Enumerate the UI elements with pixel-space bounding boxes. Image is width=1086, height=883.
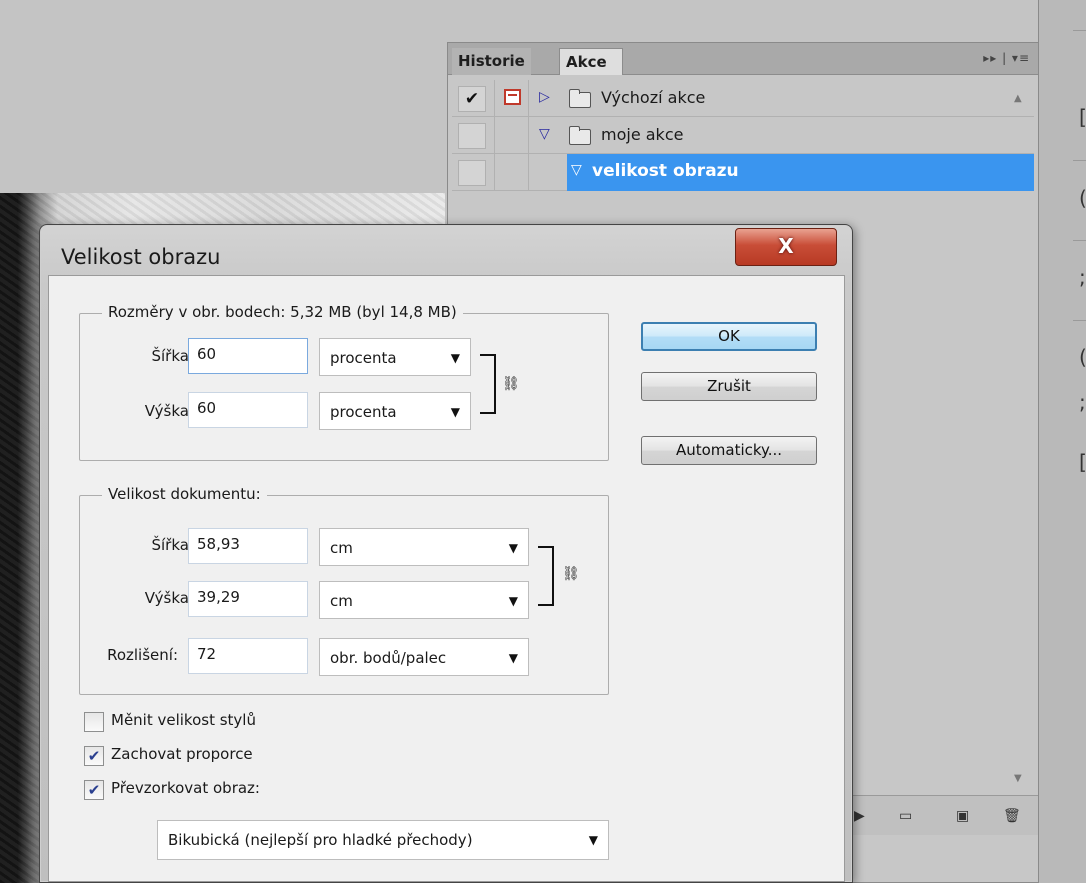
chevron-down-icon: ▼ [508,541,518,555]
resample-method: Bikubická (nejlepší pro hladké přechody) [168,831,473,849]
action-row[interactable]: ▽ moje akce [452,117,1034,154]
doc-height-input[interactable]: 39,29 [188,581,308,617]
strip-divider [1073,240,1086,241]
width-label: Šířka: [151,347,194,365]
ok-button[interactable]: OK [641,322,817,351]
auto-button[interactable]: Automaticky... [641,436,817,465]
tool-icon[interactable]: ( [1079,186,1086,210]
doc-width-unit-dropdown[interactable]: cm ▼ [319,528,529,566]
dialog-toggle-cell[interactable] [494,80,529,117]
strip-divider [1073,160,1086,161]
resample-label: Převzorkovat obraz: [111,779,260,797]
doc-height-unit: cm [330,592,353,610]
resolution-label: Rozlišení: [107,646,178,664]
chain-link-icon: ⛓ [502,376,520,392]
panel-menu-icon[interactable]: ▸▸ | ▾≡ [983,51,1030,65]
doc-width-unit: cm [330,539,353,557]
width-label: Šířka: [151,536,194,554]
constrain-proportions-checkbox[interactable]: ✔ [84,746,104,766]
pixel-width-unit: procenta [330,349,397,367]
chevron-down-icon: ▼ [450,405,460,419]
dialog-toggle-icon [504,89,521,105]
tool-icon[interactable]: [ [1079,450,1086,474]
resample-method-dropdown[interactable]: Bikubická (nejlepší pro hladké přechody)… [157,820,609,860]
resolution-input[interactable]: 72 [188,638,308,674]
chevron-down-icon: ▼ [508,594,518,608]
height-label: Výška: [144,589,194,607]
strip-divider [1073,30,1086,31]
pixel-dimensions-group: Rozměry v obr. bodech: 5,32 MB (byl 14,8… [79,303,609,461]
chevron-down-icon: ▼ [450,351,460,365]
collapse-triangle-icon[interactable]: ▽ [539,126,550,142]
tool-icon[interactable]: ; [1079,265,1086,289]
action-name: velikost obrazu [592,161,739,181]
cancel-button[interactable]: Zrušit [641,372,817,401]
panel-tabbar: Historie Akce ▸▸ | ▾≡ [448,43,1038,75]
toggle-checkbox[interactable] [458,123,486,149]
scroll-up-icon[interactable]: ▲ [1014,93,1022,104]
pixel-height-input[interactable]: 60 [188,392,308,428]
resolution-unit-dropdown[interactable]: obr. bodů/palec ▼ [319,638,529,676]
folder-icon [569,89,591,108]
action-set-name: moje akce [601,125,684,144]
doc-width-input[interactable]: 58,93 [188,528,308,564]
pixel-height-unit: procenta [330,403,397,421]
chain-link-icon: ⛓ [562,566,580,582]
trash-icon[interactable]: 🗑 [1003,808,1021,824]
action-set-name: Výchozí akce [601,88,706,107]
strip-divider [1073,320,1086,321]
new-set-icon[interactable]: ▭ [899,808,912,824]
pixel-width-unit-dropdown[interactable]: procenta ▼ [319,338,471,376]
tool-strip: [ ( ; ( ; [ [1038,0,1086,883]
dialog-body: Rozměry v obr. bodech: 5,32 MB (byl 14,8… [48,275,845,882]
pixel-height-unit-dropdown[interactable]: procenta ▼ [319,392,471,430]
tool-icon[interactable]: ( [1079,345,1086,369]
scale-styles-checkbox[interactable] [84,712,104,732]
chevron-down-icon: ▼ [588,833,598,847]
close-button[interactable]: X [735,228,837,266]
tab-akce[interactable]: Akce [559,48,623,75]
chevron-down-icon: ▼ [508,651,518,665]
document-size-legend: Velikost dokumentu: [102,485,267,503]
scroll-down-icon[interactable]: ▼ [1014,773,1022,784]
folder-icon [569,126,591,145]
dialog-toggle-cell[interactable] [494,154,529,191]
tab-historie[interactable]: Historie [452,48,531,75]
constrain-proportions-label: Zachovat proporce [111,745,253,763]
constrain-bracket [538,546,554,606]
image-size-dialog: Velikost obrazu X Rozměry v obr. bodech:… [39,224,853,883]
collapse-triangle-icon[interactable]: ▽ [571,162,582,178]
toggle-checkbox[interactable]: ✔ [458,86,486,112]
document-size-group: Velikost dokumentu: Šířka: 58,93 cm ▼ Vý… [79,485,609,695]
pixel-dimensions-legend: Rozměry v obr. bodech: 5,32 MB (byl 14,8… [102,303,463,321]
new-action-icon[interactable]: ▣ [956,808,969,824]
resample-checkbox[interactable]: ✔ [84,780,104,800]
dialog-title: Velikost obrazu [61,245,221,269]
tool-icon[interactable]: ; [1079,390,1086,414]
constrain-bracket [480,354,496,414]
dialog-toggle-cell[interactable] [494,117,529,154]
expand-triangle-icon[interactable]: ▷ [539,89,550,105]
tool-icon[interactable]: [ [1079,105,1086,129]
action-row[interactable]: ✔ ▷ Výchozí akce [452,80,1034,117]
action-row-selected[interactable]: ▽ velikost obrazu [452,154,1034,191]
toggle-checkbox[interactable] [458,160,486,186]
resolution-unit: obr. bodů/palec [330,649,447,667]
height-label: Výška: [144,402,194,420]
doc-height-unit-dropdown[interactable]: cm ▼ [319,581,529,619]
scale-styles-label: Měnit velikost stylů [111,711,256,729]
pixel-width-input[interactable]: 60 [188,338,308,374]
play-icon[interactable]: ▶ [854,808,865,824]
